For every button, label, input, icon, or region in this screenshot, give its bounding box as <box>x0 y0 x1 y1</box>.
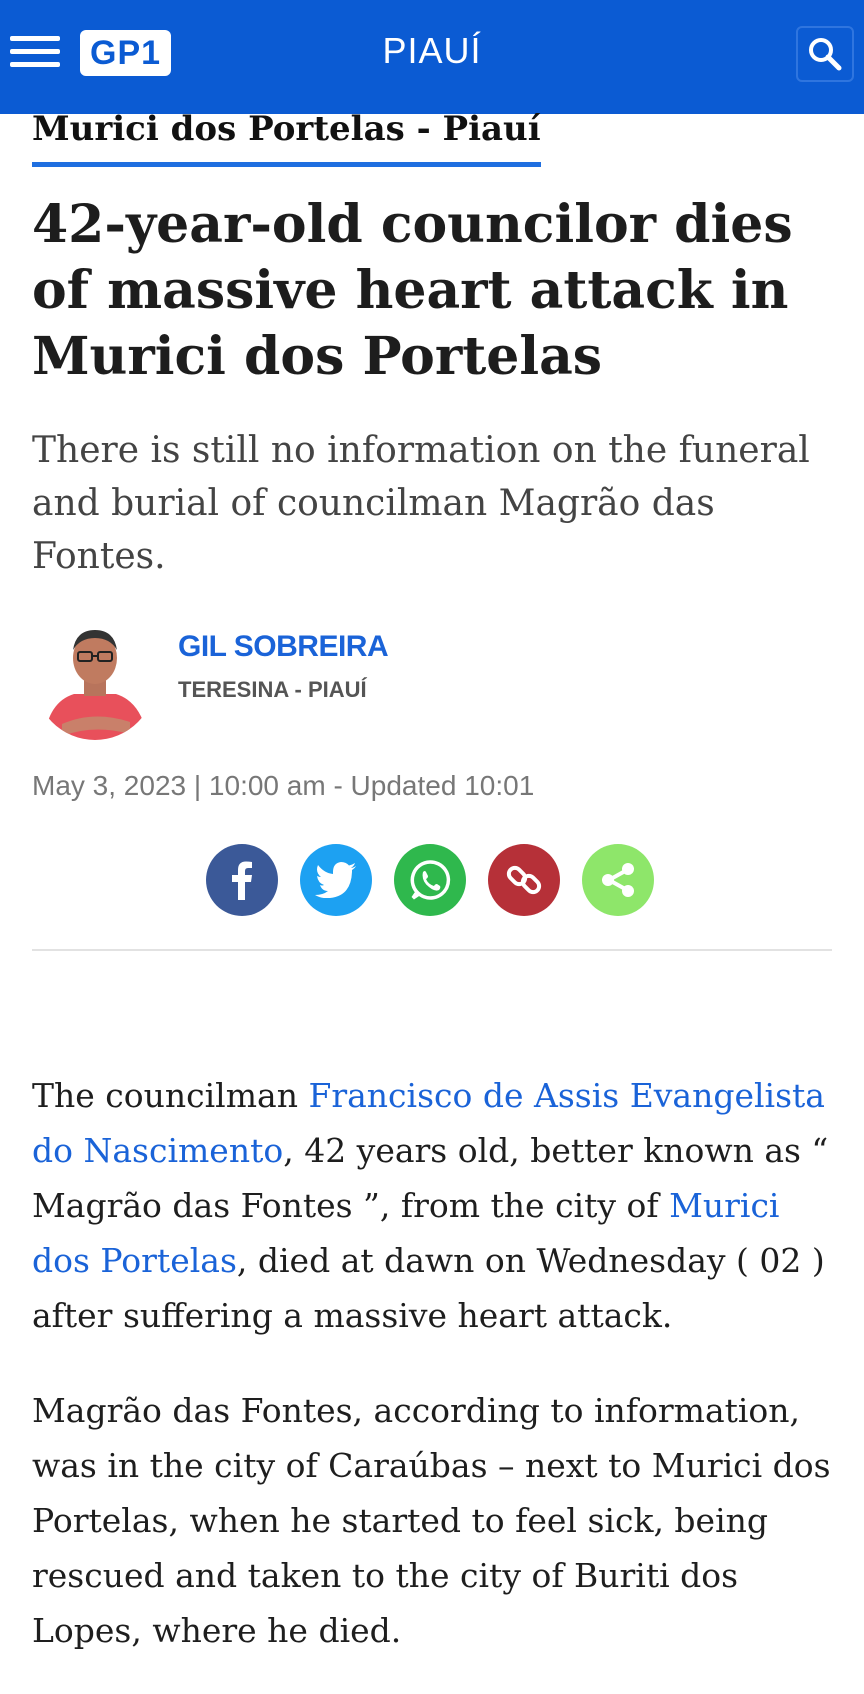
share-icon <box>602 863 634 897</box>
category-link[interactable]: Murici dos Portelas - Piauí <box>32 106 541 167</box>
search-icon <box>809 38 842 71</box>
top-navigation-bar: GP1 PIAUÍ <box>0 0 864 114</box>
paragraph-text: The councilman <box>32 1076 309 1115</box>
article-subheadline: There is still no information on the fun… <box>32 430 810 577</box>
divider <box>32 949 832 951</box>
share-more-button[interactable] <box>582 844 654 916</box>
article-paragraph: Magrão das Fontes, according to informat… <box>32 1391 831 1650</box>
facebook-icon <box>232 861 252 900</box>
link-icon <box>506 865 542 895</box>
copy-link-button[interactable] <box>488 844 560 916</box>
author-avatar[interactable] <box>34 616 156 740</box>
twitter-icon <box>315 862 356 898</box>
article-headline: 42-year-old councilor dies of massive he… <box>32 194 793 387</box>
author-location: TERESINA - PIAUÍ <box>178 677 367 702</box>
whatsapp-icon <box>410 860 451 900</box>
article-paragraph: The councilman Francisco de Assis Evange… <box>32 1068 842 1343</box>
facebook-share-button[interactable] <box>206 844 278 916</box>
share-buttons <box>206 844 654 916</box>
search-button[interactable] <box>796 26 854 82</box>
whatsapp-share-button[interactable] <box>394 844 466 916</box>
twitter-share-button[interactable] <box>300 844 372 916</box>
section-title: PIAUÍ <box>382 30 482 71</box>
author-name[interactable]: GIL SOBREIRA <box>178 630 389 664</box>
publish-date: May 3, 2023 | 10:00 am - Updated 10:01 <box>32 770 535 801</box>
